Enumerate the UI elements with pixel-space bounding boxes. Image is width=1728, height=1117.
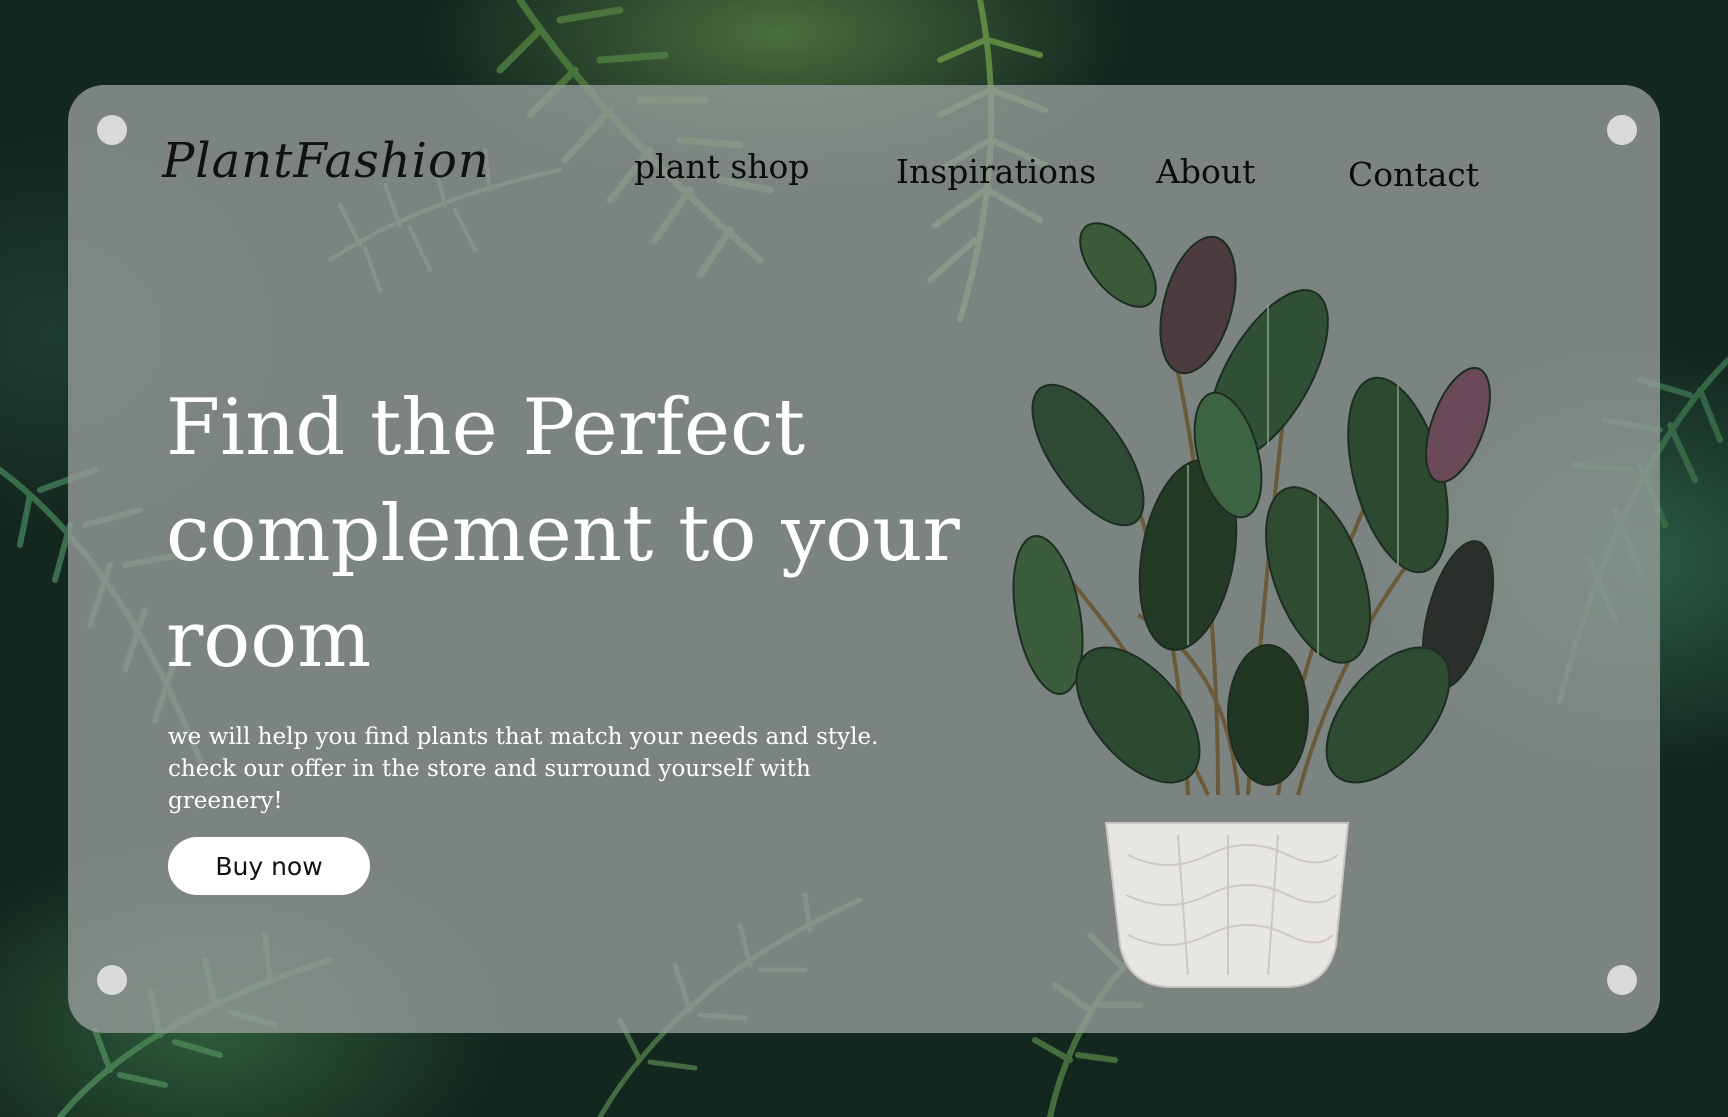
corner-screw-icon	[97, 965, 127, 995]
nav-link-contact[interactable]: Contact	[1348, 155, 1479, 194]
corner-screw-icon	[1607, 965, 1637, 995]
hero-description: we will help you find plants that match …	[168, 724, 879, 814]
buy-now-button[interactable]: Buy now	[168, 837, 370, 895]
hero-heading: Find the Perfect complement to your room	[166, 383, 960, 685]
corner-screw-icon	[1607, 115, 1637, 145]
nav-link-plant-shop[interactable]: plant shop	[634, 147, 810, 186]
nav-link-inspirations[interactable]: Inspirations	[896, 152, 1096, 191]
corner-screw-icon	[97, 115, 127, 145]
brand-logo[interactable]: PlantFashion	[162, 133, 490, 189]
hero-card: PlantFashion plant shop Inspirations Abo…	[68, 85, 1660, 1033]
nav-link-about[interactable]: About	[1156, 152, 1255, 191]
potted-plant-image	[1012, 222, 1495, 988]
